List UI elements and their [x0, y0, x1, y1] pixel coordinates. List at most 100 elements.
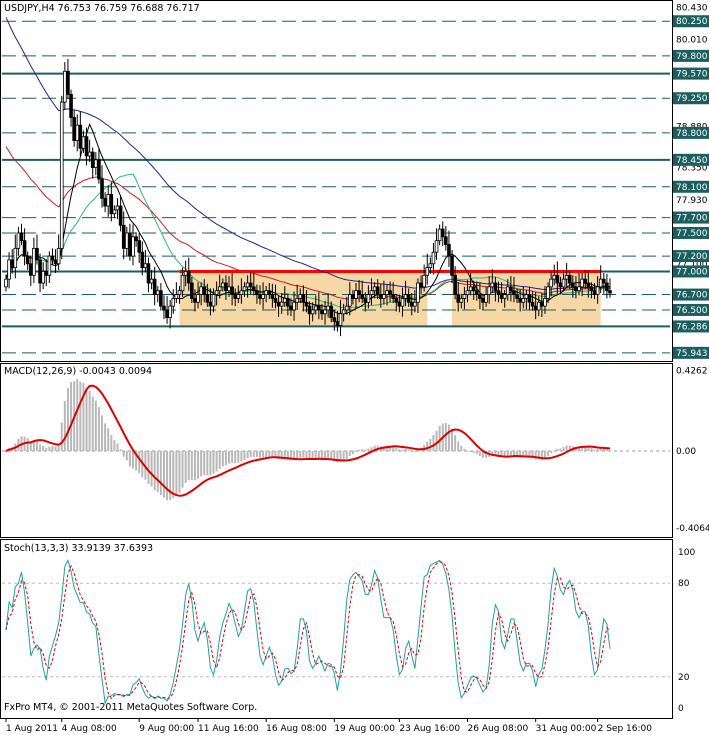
candle-body: [146, 263, 151, 284]
macd-bar: [153, 451, 156, 491]
candle-body: [357, 290, 361, 295]
macd-bar: [593, 449, 596, 451]
macd-bar: [460, 445, 463, 451]
candle-body: [270, 294, 275, 299]
stoch-tick-label: 0: [678, 704, 684, 714]
macd-bar: [590, 448, 593, 451]
macd-bar: [463, 448, 466, 451]
candle-body: [56, 247, 61, 265]
candle-body: [208, 301, 213, 307]
macd-bar: [131, 451, 134, 469]
macd-bar: [234, 451, 237, 464]
candle-body: [456, 294, 461, 303]
candle-body: [391, 294, 395, 299]
macd-bar: [451, 428, 454, 451]
macd-bar: [107, 428, 110, 451]
candle-body: [38, 259, 42, 284]
candle-body: [186, 271, 191, 284]
candle-body: [444, 236, 448, 245]
candle-body: [317, 305, 321, 311]
candle-body: [63, 70, 67, 103]
macd-bar: [206, 451, 209, 476]
candle-body: [214, 290, 219, 295]
candle-body: [78, 124, 83, 149]
level-price-label: 76.286: [676, 322, 708, 332]
time-tick-label: 19 Aug 00:00: [334, 724, 395, 734]
time-tick-label: 16 Aug 08:00: [266, 724, 327, 734]
candle-body: [518, 298, 522, 303]
macd-bar: [138, 451, 141, 474]
candle-body: [165, 309, 169, 319]
candle-body: [323, 309, 327, 315]
stoch-panel[interactable]: [2, 559, 670, 705]
ma-blue-line: [5, 17, 611, 291]
main-header: USDJPY,H4 76.753 76.759 76.688 76.717: [4, 3, 200, 14]
candle-body: [103, 197, 107, 207]
macd-bar: [150, 451, 153, 487]
candle-body: [496, 290, 501, 295]
candle-body: [403, 294, 408, 299]
candle-body: [484, 294, 488, 303]
stoch-tick-label: 20: [678, 673, 690, 683]
macd-bar: [466, 450, 469, 452]
macd-bar: [302, 451, 305, 458]
candle-body: [360, 294, 365, 299]
candle-body: [230, 286, 234, 295]
macd-bar: [429, 438, 432, 451]
candle-body: [25, 255, 30, 265]
candle-body: [32, 247, 36, 276]
macd-bar: [240, 451, 243, 462]
macd-bar: [88, 390, 91, 451]
macd-bar: [184, 451, 187, 483]
candle-body: [273, 298, 278, 303]
macd-bar: [327, 451, 330, 460]
macd-bar: [181, 451, 184, 488]
candle-body: [41, 271, 45, 284]
macd-bar: [258, 451, 261, 458]
candle-body: [310, 309, 315, 315]
candle-body: [304, 301, 309, 307]
macd-bar: [228, 451, 231, 464]
macd-bar: [506, 451, 509, 456]
time-tick-label: 31 Aug 00:00: [536, 724, 597, 734]
time-tick-label: 26 Aug 08:00: [468, 724, 529, 734]
candle-body: [416, 282, 420, 303]
candle-body: [196, 294, 200, 303]
candle-body: [248, 282, 253, 288]
level-price-label: 79.570: [676, 70, 708, 80]
candle-body: [363, 298, 368, 303]
candle-body: [81, 136, 86, 149]
candle-body: [543, 298, 547, 307]
macd-bar: [454, 435, 457, 451]
candle-body: [224, 282, 228, 292]
macd-panel[interactable]: [2, 379, 670, 501]
macd-bar: [410, 450, 413, 452]
macd-bar: [166, 451, 169, 501]
candle-body: [533, 305, 538, 311]
candle-body: [10, 259, 14, 269]
candle-body: [190, 282, 194, 299]
candle-body: [7, 259, 11, 280]
candle-body: [487, 286, 491, 295]
candle-body: [400, 298, 405, 307]
candle-body: [462, 294, 467, 299]
macd-bar: [355, 451, 358, 452]
macd-bar: [231, 451, 234, 464]
macd-bar: [76, 379, 79, 451]
macd-bar: [172, 451, 175, 499]
candle-body: [276, 301, 281, 307]
macd-bar: [413, 451, 416, 452]
macd-bar: [101, 415, 104, 451]
candle-body: [431, 251, 436, 265]
candle-body: [134, 236, 138, 242]
candle-body: [128, 232, 132, 257]
candle-body: [583, 278, 588, 284]
macd-bar: [237, 451, 240, 463]
candle-body: [205, 294, 210, 303]
candle-body: [567, 274, 572, 284]
candle-body: [512, 290, 516, 295]
candle-body: [313, 305, 318, 311]
macd-bar: [94, 400, 97, 451]
price-panel[interactable]: [2, 17, 670, 354]
stoch-panel-frame: [0, 539, 673, 719]
